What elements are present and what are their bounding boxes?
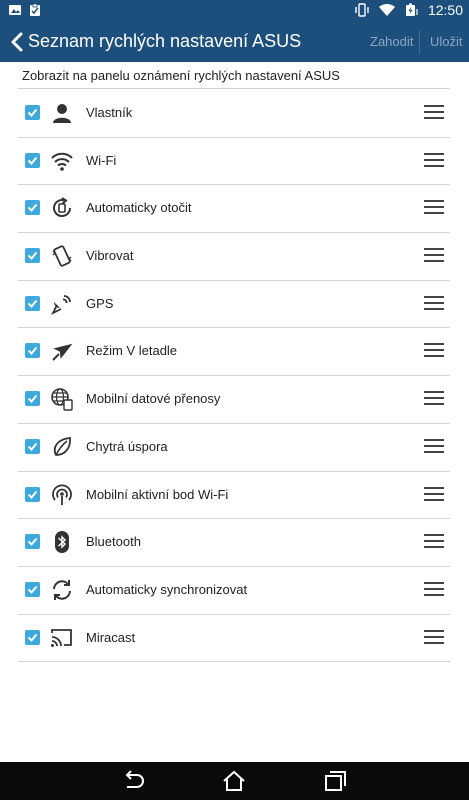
checkbox[interactable]	[25, 200, 40, 216]
list-item[interactable]: Automaticky synchronizovat	[18, 567, 450, 615]
home-icon[interactable]	[222, 770, 246, 792]
list-item[interactable]: Bluetooth	[18, 519, 450, 567]
checkbox[interactable]	[25, 534, 40, 550]
back-nav-icon[interactable]	[122, 770, 146, 792]
list-item[interactable]: Chytrá úspora	[18, 424, 450, 472]
checkbox[interactable]	[25, 105, 40, 120]
item-label: Mobilní aktivní bod Wi-Fi	[86, 486, 229, 502]
list-item[interactable]: GPS	[18, 281, 450, 329]
item-label: Automaticky synchronizovat	[86, 581, 248, 597]
checkbox[interactable]	[25, 391, 40, 407]
checkbox[interactable]	[25, 629, 40, 645]
person-icon	[53, 104, 71, 123]
quick-settings-list: Vlastník Wi-Fi Automaticky otočit Vibrov…	[18, 90, 450, 663]
hotspot-icon	[52, 484, 72, 505]
auto-rotate-icon	[53, 197, 72, 218]
page-title: Seznam rychlých nastavení ASUS	[28, 31, 302, 51]
checkbox[interactable]	[25, 152, 40, 168]
item-label: Miracast	[86, 629, 136, 645]
item-label: Režim V letadle	[86, 343, 178, 359]
drag-handle-icon[interactable]	[424, 438, 444, 454]
navigation-bar	[0, 762, 469, 800]
list-item[interactable]: Vlastník	[18, 90, 450, 138]
vibrate-icon	[52, 245, 72, 267]
item-label: Mobilní datové přenosy	[86, 391, 221, 407]
status-bar: 12:50	[0, 0, 469, 22]
drag-handle-icon[interactable]	[424, 391, 444, 406]
back-arrow-icon[interactable]	[8, 31, 28, 53]
checkbox[interactable]	[25, 486, 40, 502]
checkbox[interactable]	[25, 295, 40, 311]
drag-handle-icon[interactable]	[424, 581, 444, 597]
divider	[18, 88, 450, 89]
action-divider	[419, 30, 420, 54]
drag-handle-icon[interactable]	[424, 152, 444, 168]
section-subtitle: Zobrazit na panelu oznámení rychlých nas…	[22, 68, 340, 83]
sync-icon	[53, 579, 71, 600]
list-item[interactable]: Vibrovat	[18, 233, 450, 281]
cast-icon	[51, 628, 72, 647]
drag-handle-icon[interactable]	[424, 629, 444, 645]
list-item[interactable]: Wi-Fi	[18, 138, 450, 186]
drag-handle-icon[interactable]	[424, 486, 444, 502]
drag-handle-icon[interactable]	[424, 295, 444, 311]
save-button[interactable]: Uložit	[430, 34, 463, 49]
wifi-icon	[51, 152, 73, 171]
list-item[interactable]: Mobilní datové přenosy	[18, 376, 450, 424]
app-bar: Seznam rychlých nastavení ASUS Zahodit U…	[0, 22, 469, 62]
checkbox[interactable]	[25, 438, 40, 454]
gps-satellite-icon	[50, 294, 71, 315]
status-time: 12:50	[427, 2, 463, 18]
mobile-data-globe-icon	[51, 388, 73, 411]
drag-handle-icon[interactable]	[424, 200, 444, 215]
item-label: Vibrovat	[86, 248, 134, 264]
checkbox[interactable]	[25, 248, 40, 264]
bluetooth-icon	[55, 531, 69, 554]
clipboard-check-icon	[30, 3, 40, 16]
drag-handle-icon[interactable]	[424, 105, 444, 120]
drag-handle-icon[interactable]	[424, 534, 444, 549]
list-item[interactable]: Režim V letadle	[18, 328, 450, 377]
item-label: Vlastník	[86, 105, 133, 120]
list-item[interactable]: Miracast	[18, 615, 450, 663]
item-label: Bluetooth	[86, 534, 141, 550]
checkbox[interactable]	[25, 343, 40, 359]
drag-handle-icon[interactable]	[424, 248, 444, 263]
list-item[interactable]: Automaticky otočit	[18, 185, 450, 234]
image-notification-icon	[9, 5, 21, 15]
airplane-icon	[52, 344, 73, 362]
item-label: GPS	[86, 295, 114, 311]
battery-charging-icon	[405, 3, 418, 16]
item-label: Chytrá úspora	[86, 438, 168, 454]
wifi-icon	[378, 3, 395, 17]
leaf-icon	[53, 436, 71, 456]
list-item[interactable]: Mobilní aktivní bod Wi-Fi	[18, 472, 450, 520]
item-label: Wi-Fi	[86, 152, 117, 168]
drag-handle-icon[interactable]	[424, 343, 444, 358]
item-label: Automaticky otočit	[86, 200, 192, 216]
recent-apps-icon[interactable]	[323, 770, 347, 792]
vibrate-icon	[355, 3, 369, 17]
checkbox[interactable]	[25, 581, 40, 597]
discard-button[interactable]: Zahodit	[370, 34, 413, 49]
